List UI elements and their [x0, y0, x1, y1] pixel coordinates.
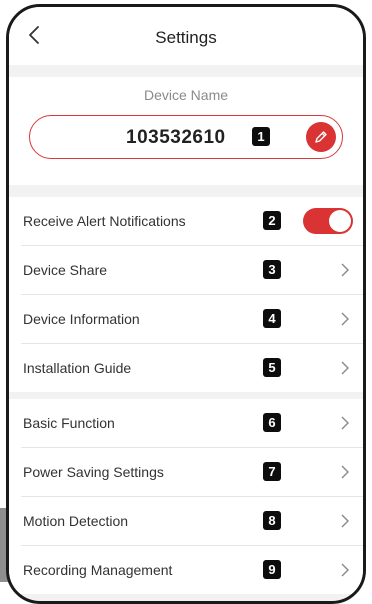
- device-name-section: Device Name 103532610 1: [9, 77, 363, 185]
- row-label: Installation Guide: [23, 360, 132, 376]
- step-badge: 4: [263, 309, 281, 328]
- settings-group-device: Receive Alert Notifications 2 Device Sha…: [9, 197, 363, 392]
- row-installation-guide[interactable]: Installation Guide 5: [21, 344, 363, 392]
- alert-notifications-toggle[interactable]: [303, 208, 353, 234]
- step-badge: 7: [263, 462, 281, 481]
- row-label: Power Saving Settings: [23, 464, 164, 480]
- row-motion-detection[interactable]: Motion Detection 8: [21, 497, 363, 546]
- step-badge: 8: [263, 511, 281, 530]
- phone-frame: Settings Device Name 103532610 1 Receive…: [6, 4, 366, 604]
- row-label: Device Information: [23, 311, 140, 327]
- row-power-saving-settings[interactable]: Power Saving Settings 7: [21, 448, 363, 497]
- step-badge: 5: [263, 358, 281, 377]
- chevron-right-icon: [341, 312, 349, 326]
- page-title: Settings: [155, 28, 217, 47]
- toggle-knob: [329, 210, 351, 232]
- device-name-label: Device Name: [143, 87, 229, 103]
- pencil-icon: [315, 131, 327, 143]
- row-label: Device Share: [23, 262, 108, 278]
- chevron-right-icon: [341, 563, 349, 577]
- edit-name-button[interactable]: [306, 122, 336, 152]
- row-recording-management[interactable]: Recording Management 9: [21, 546, 363, 594]
- step-badge: 2: [263, 211, 281, 230]
- row-receive-alert-notifications[interactable]: Receive Alert Notifications 2: [21, 197, 363, 246]
- settings-group-functions: Basic Function 6 Power Saving Settings 7…: [9, 399, 363, 594]
- header-bar: Settings: [9, 7, 363, 65]
- row-device-share[interactable]: Device Share 3: [21, 246, 363, 295]
- chevron-right-icon: [341, 514, 349, 528]
- row-basic-function[interactable]: Basic Function 6: [21, 399, 363, 448]
- chevron-right-icon: [341, 263, 349, 277]
- chevron-right-icon: [341, 361, 349, 375]
- device-name-field[interactable]: 103532610 1: [29, 115, 343, 159]
- step-badge: 9: [263, 560, 281, 579]
- row-label: Recording Management: [23, 562, 173, 578]
- device-name-value: 103532610: [126, 127, 226, 148]
- step-badge: 1: [252, 127, 270, 146]
- row-label: Basic Function: [23, 415, 115, 431]
- row-device-information[interactable]: Device Information 4: [21, 295, 363, 344]
- row-label: Motion Detection: [23, 513, 129, 529]
- row-label: Receive Alert Notifications: [23, 213, 186, 229]
- chevron-right-icon: [341, 465, 349, 479]
- step-badge: 3: [263, 260, 281, 279]
- chevron-right-icon: [341, 416, 349, 430]
- step-badge: 6: [263, 413, 281, 432]
